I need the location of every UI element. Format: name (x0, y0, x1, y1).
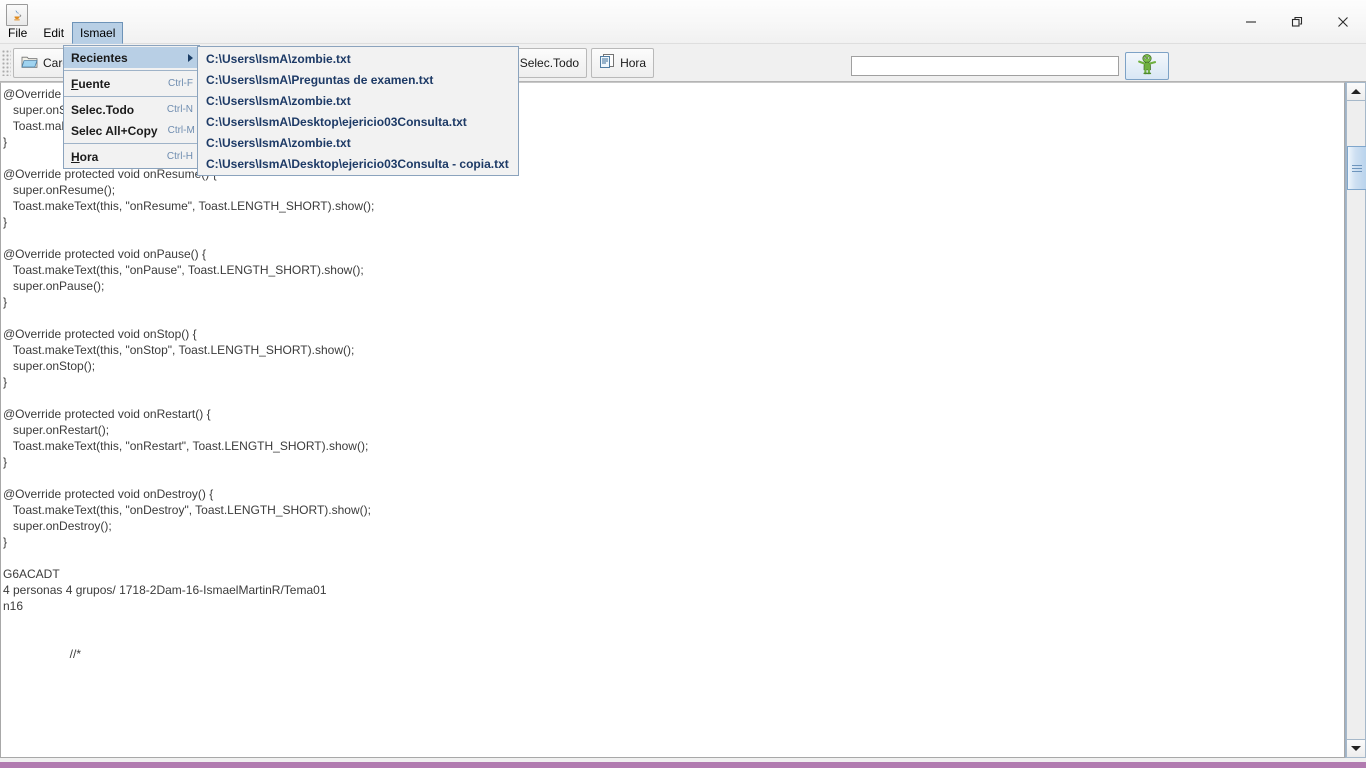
menu-item-accel: Ctrl-H (166, 151, 193, 162)
editor-scroll-pane: @Override protected void onStart() { sup… (0, 82, 1366, 758)
recent-file-item[interactable]: C:\Users\IsmA\Desktop\ejericio03Consulta… (198, 111, 518, 132)
menu-item-label: Recientes (71, 50, 128, 65)
menu-separator (64, 70, 199, 71)
search-group (851, 52, 1169, 80)
recent-file-item[interactable]: C:\Users\IsmA\zombie.txt (198, 90, 518, 111)
recientes-submenu: C:\Users\IsmA\zombie.txt C:\Users\IsmA\P… (197, 46, 519, 176)
menu-separator (64, 143, 199, 144)
vertical-scrollbar[interactable] (1345, 82, 1366, 758)
menu-ismael[interactable]: Ismael (72, 22, 124, 44)
open-folder-icon (21, 54, 38, 72)
scroll-down-arrow[interactable] (1346, 739, 1366, 758)
menu-file[interactable]: File (0, 22, 35, 44)
menu-item-recientes[interactable]: Recientes (64, 47, 199, 68)
menu-item-fuente[interactable]: Fuente Ctrl-F (64, 73, 199, 94)
scrollbar-grip-icon (1352, 164, 1362, 172)
menu-item-accel: Ctrl-M (167, 125, 195, 136)
time-button[interactable]: Hora (591, 47, 655, 78)
scrollbar-thumb[interactable] (1347, 146, 1366, 190)
menu-item-selec-all-copy[interactable]: Selec All+Copy Ctrl-M (64, 120, 199, 141)
toolbar-drag-handle[interactable] (2, 49, 11, 76)
application-window: File Edit Ismael Cargar Selec.Todo Hora … (0, 0, 1366, 768)
recent-file-item[interactable]: C:\Users\IsmA\zombie.txt (198, 48, 518, 69)
search-input[interactable] (851, 56, 1119, 76)
chevron-right-icon (188, 53, 193, 62)
zombie-icon (1135, 52, 1159, 81)
text-editor[interactable]: @Override protected void onStart() { sup… (0, 82, 1345, 758)
scroll-up-arrow[interactable] (1346, 82, 1366, 101)
time-button-label: Hora (620, 55, 647, 70)
menu-item-label: Hora (71, 149, 99, 164)
search-button[interactable] (1125, 52, 1169, 80)
menu-item-label: Fuente (71, 76, 111, 91)
recent-file-item[interactable]: C:\Users\IsmA\Desktop\ejericio03Consulta… (198, 153, 518, 174)
ismael-dropdown-menu: Recientes Fuente Ctrl-F Selec.Todo Ctrl-… (63, 45, 200, 169)
menu-separator (64, 96, 199, 97)
menu-item-label: Selec All+Copy (71, 123, 158, 138)
menu-bar: File Edit Ismael (0, 22, 1366, 44)
select-all-button-label: Selec.Todo (519, 55, 580, 70)
menu-item-accel: Ctrl-F (168, 78, 193, 89)
recent-file-item[interactable]: C:\Users\IsmA\Preguntas de examen.txt (198, 69, 518, 90)
menu-item-accel: Ctrl-N (166, 104, 193, 115)
menu-edit[interactable]: Edit (35, 22, 72, 44)
menu-item-hora[interactable]: Hora Ctrl-H (64, 146, 199, 167)
menu-item-selec-todo[interactable]: Selec.Todo Ctrl-N (64, 99, 199, 120)
menu-item-label: Selec.Todo (71, 102, 135, 117)
recent-file-item[interactable]: C:\Users\IsmA\zombie.txt (198, 132, 518, 153)
scrollbar-track[interactable] (1346, 101, 1366, 739)
bottom-accent-bar (0, 762, 1366, 768)
document-clock-icon (599, 53, 615, 72)
